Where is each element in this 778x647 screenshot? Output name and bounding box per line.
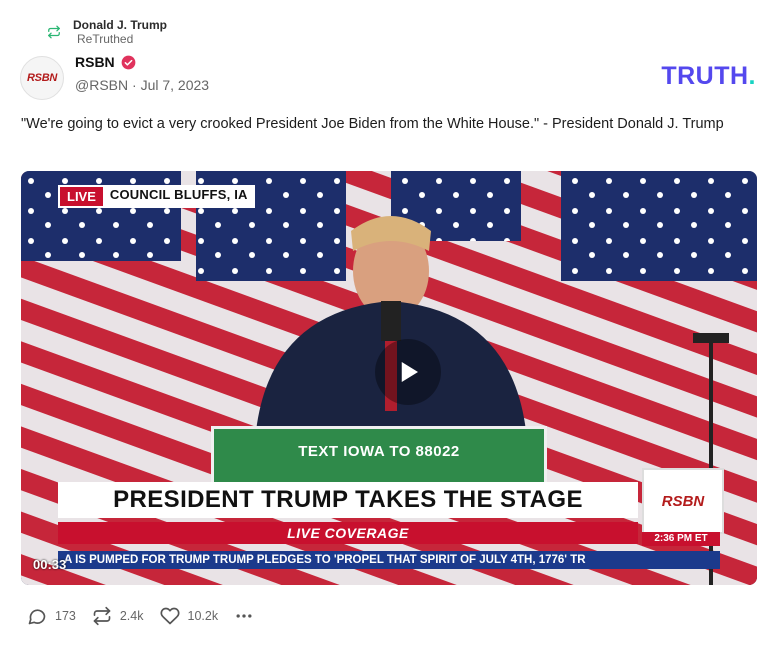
- post-header: RSBN RSBN @RSBN · Jul 7, 2023 TRUTH.: [20, 54, 758, 100]
- retruth-action-icon: [93, 606, 111, 626]
- rsbn-bug-logo: RSBN: [642, 468, 724, 534]
- location-label: COUNCIL BLUFFS, IA: [102, 185, 255, 208]
- bug-text: RSBN: [661, 492, 705, 510]
- play-icon: [401, 362, 418, 382]
- reply-button[interactable]: 173: [27, 606, 76, 626]
- news-ticker: A IS PUMPED FOR TRUMP TRUMP PLEDGES TO '…: [58, 551, 720, 569]
- reply-icon: [28, 609, 46, 625]
- more-icon: [236, 614, 252, 618]
- like-button[interactable]: 10.2k: [160, 606, 219, 626]
- retruth-user[interactable]: Donald J. Trump: [73, 18, 167, 32]
- author-meta: @RSBN · Jul 7, 2023: [75, 77, 210, 93]
- broadcast-time: 2:36 PM ET: [642, 532, 720, 546]
- more-options-button[interactable]: [234, 606, 254, 626]
- avatar-logo: RSBN: [27, 72, 57, 84]
- post-text: "We're going to evict a very crooked Pre…: [21, 116, 724, 132]
- author-name[interactable]: RSBN: [75, 54, 115, 70]
- retruth-icon: [48, 25, 60, 39]
- play-button[interactable]: [375, 339, 441, 405]
- live-tag: LIVE COUNCIL BLUFFS, IA: [58, 185, 255, 208]
- podium-text: TEXT IOWA TO 88022: [298, 443, 460, 460]
- retruth-action: ReTruthed: [77, 32, 134, 46]
- reply-count: 173: [55, 609, 76, 623]
- live-coverage-bar: LIVE COVERAGE: [58, 522, 638, 544]
- video-duration: 00:33: [33, 557, 67, 572]
- live-label: LIVE: [58, 185, 103, 208]
- retruth-count: 2.4k: [119, 609, 144, 623]
- like-count: 10.2k: [187, 609, 219, 623]
- verified-badge-icon: [121, 55, 136, 69]
- retruth-indicator: Donald J. Trump ReTruthed: [47, 18, 167, 46]
- post-date[interactable]: Jul 7, 2023: [141, 77, 210, 93]
- truth-logo: TRUTH.: [661, 62, 756, 90]
- retruth-button[interactable]: 2.4k: [92, 606, 144, 626]
- video-headline: PRESIDENT TRUMP TAKES THE STAGE: [58, 482, 638, 518]
- author-handle[interactable]: @RSBN: [75, 77, 128, 93]
- author-block: RSBN @RSBN · Jul 7, 2023: [75, 54, 209, 93]
- heart-icon: [160, 607, 179, 625]
- post-actions: 173 2.4k 10.2k: [27, 606, 254, 626]
- avatar[interactable]: RSBN: [20, 56, 64, 100]
- video-player[interactable]: LIVE COUNCIL BLUFFS, IA TEXT IOWA TO 880…: [21, 171, 757, 585]
